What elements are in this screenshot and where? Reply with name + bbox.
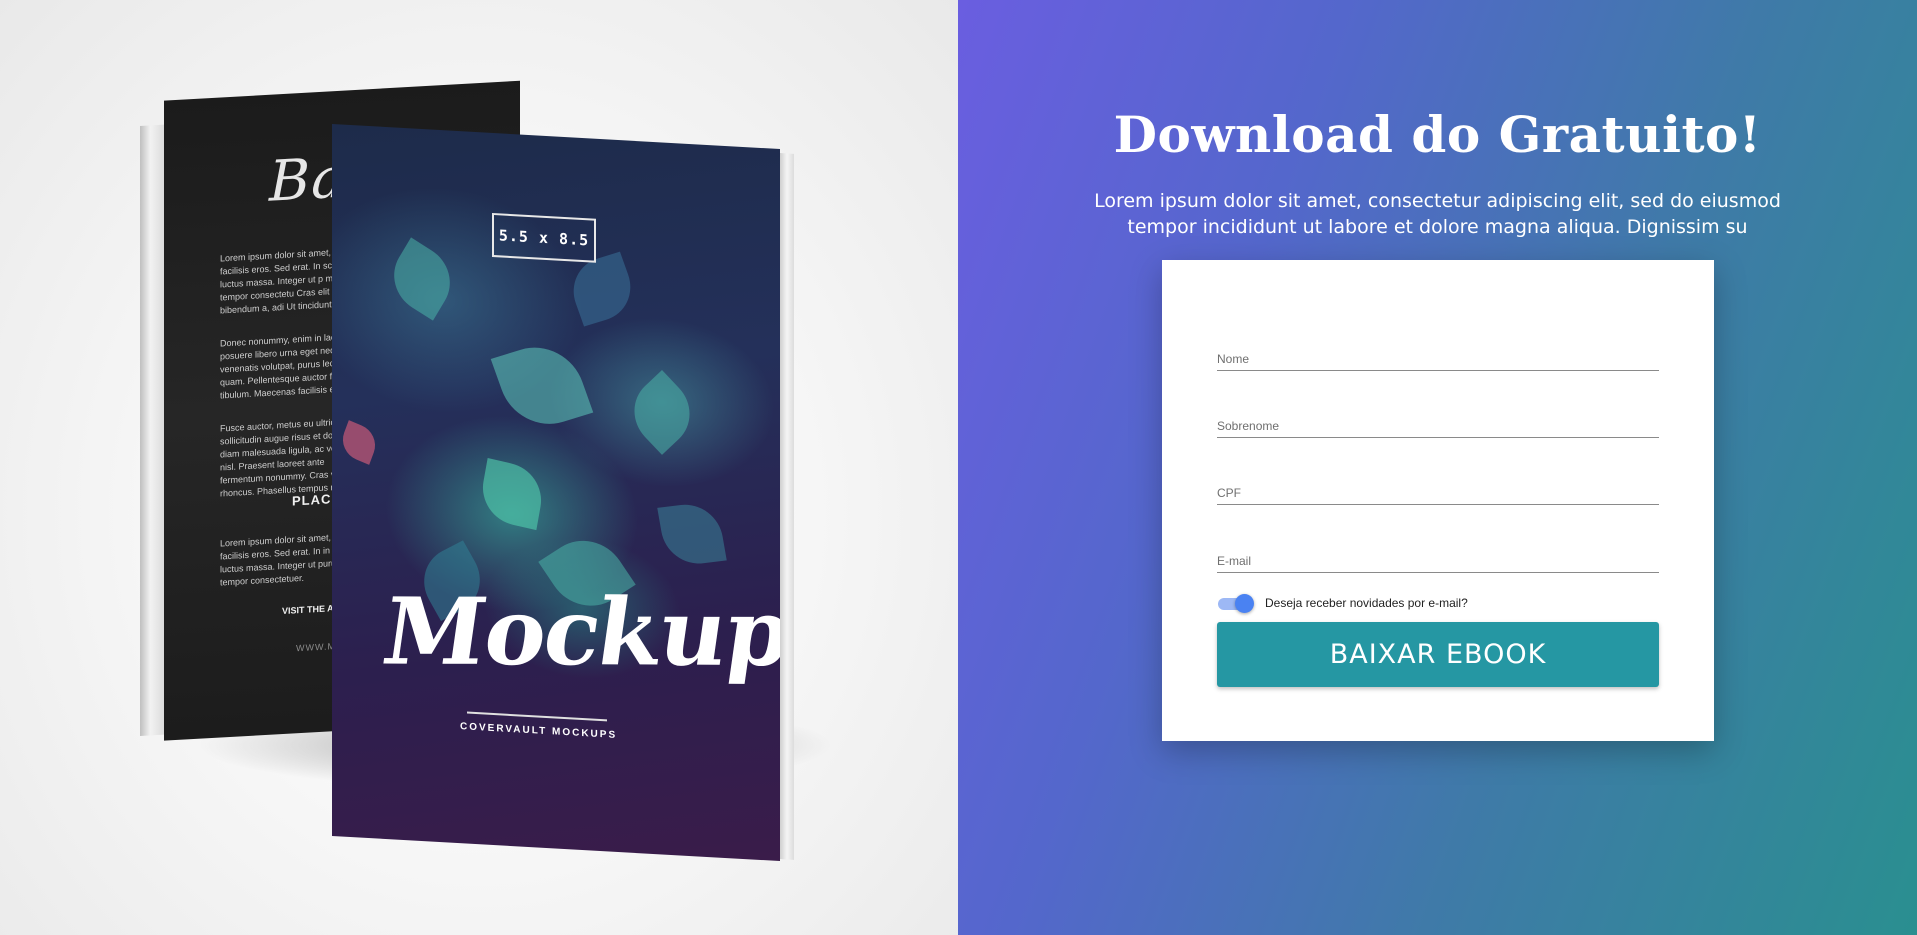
download-section: Download do Gratuito! Lorem ipsum dolor … bbox=[958, 0, 1917, 935]
cpf-input[interactable] bbox=[1217, 486, 1659, 500]
newsletter-toggle[interactable] bbox=[1217, 593, 1255, 613]
front-book-cover: 5.5 x 8.5 Mockup COVERVAULT MOCKUPS bbox=[332, 124, 780, 862]
ivy-leaf bbox=[657, 500, 727, 568]
ivy-leaf bbox=[381, 237, 463, 321]
book-size-badge: 5.5 x 8.5 bbox=[492, 212, 596, 263]
cover-title: Mockup bbox=[381, 577, 780, 687]
newsletter-option: Deseja receber novidades por e-mail? bbox=[1217, 593, 1468, 613]
last-name-field bbox=[1217, 409, 1659, 438]
front-book-pages-edge bbox=[780, 153, 794, 860]
email-input[interactable] bbox=[1217, 554, 1659, 568]
first-name-input[interactable] bbox=[1217, 352, 1659, 366]
flower-accent bbox=[337, 420, 381, 465]
front-book: 5.5 x 8.5 Mockup COVERVAULT MOCKUPS bbox=[332, 124, 807, 867]
cover-divider bbox=[467, 711, 607, 722]
signup-form-card: Deseja receber novidades por e-mail? BAI… bbox=[1162, 260, 1714, 741]
page-title: Download do Gratuito! bbox=[1113, 105, 1762, 164]
page-description: Lorem ipsum dolor sit amet, consectetur … bbox=[1094, 190, 1781, 238]
download-ebook-button[interactable]: BAIXAR EBOOK bbox=[1217, 622, 1659, 687]
cover-subtitle: COVERVAULT MOCKUPS bbox=[460, 721, 618, 741]
ebook-mockup-image: Back Lorem ipsum dolor sit amet, co vari… bbox=[0, 0, 958, 935]
toggle-knob bbox=[1235, 594, 1254, 613]
last-name-input[interactable] bbox=[1217, 419, 1659, 433]
ivy-leaf bbox=[563, 251, 641, 327]
back-book-spine bbox=[140, 124, 166, 736]
newsletter-toggle-label: Deseja receber novidades por e-mail? bbox=[1265, 596, 1468, 610]
landing-page: Back Lorem ipsum dolor sit amet, co vari… bbox=[0, 0, 1917, 935]
ivy-leaf bbox=[490, 335, 594, 436]
cpf-field bbox=[1217, 476, 1659, 505]
ivy-leaf bbox=[619, 370, 705, 455]
first-name-field bbox=[1217, 342, 1659, 371]
email-field bbox=[1217, 544, 1659, 573]
ivy-leaf bbox=[477, 457, 547, 531]
